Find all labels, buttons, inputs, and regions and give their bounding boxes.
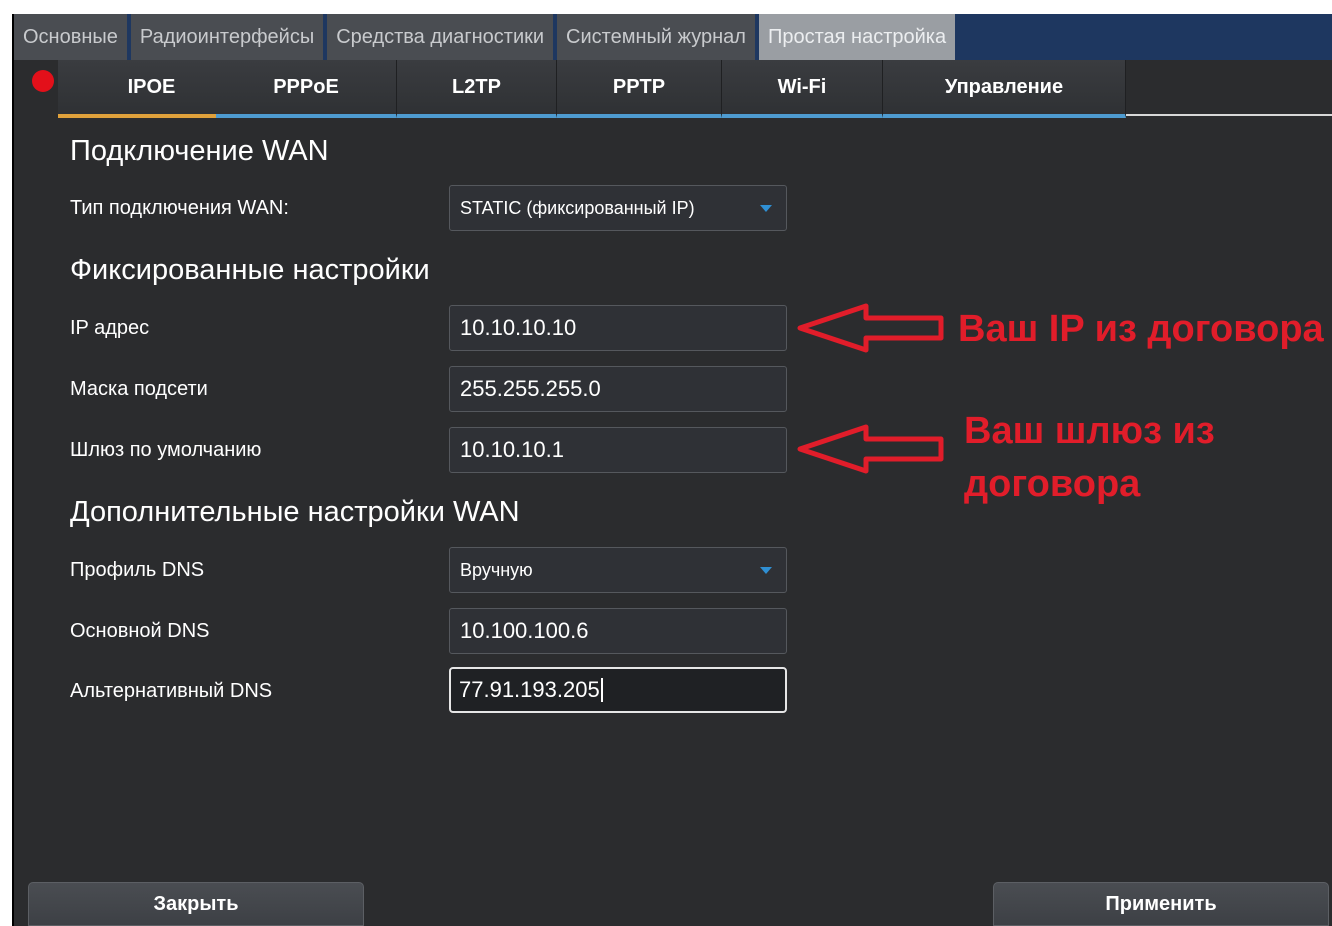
gateway-annotation: Ваш шлюз из договора xyxy=(964,405,1215,511)
ip-label: IP адрес xyxy=(70,317,150,339)
close-button[interactable]: Закрыть xyxy=(28,882,364,926)
tab-system-log[interactable]: Системный журнал xyxy=(557,14,755,60)
section-title-wan: Подключение WAN xyxy=(70,135,329,167)
dns-profile-select[interactable]: Вручную xyxy=(449,547,787,593)
tab-basic[interactable]: Основные xyxy=(14,14,127,60)
gateway-label: Шлюз по умолчанию xyxy=(70,439,262,461)
tab-divider xyxy=(1126,114,1332,116)
apply-button[interactable]: Применить xyxy=(993,882,1329,926)
text-cursor xyxy=(600,678,603,702)
primary-dns-label: Основной DNS xyxy=(70,620,210,642)
tab-radio-interfaces[interactable]: Радиоинтерфейсы xyxy=(130,14,324,60)
mask-label: Маска подсети xyxy=(70,378,208,400)
arrow-left-icon xyxy=(797,424,944,474)
wan-type-value: STATIC (фиксированный IP) xyxy=(460,197,695,218)
subtab-pppoe[interactable]: PPPoE xyxy=(216,60,397,118)
primary-dns-input[interactable]: 10.100.100.6 xyxy=(449,608,787,654)
chevron-down-icon xyxy=(760,205,772,212)
subtab-pptp[interactable]: PPTP xyxy=(557,60,722,118)
subtab-management[interactable]: Управление xyxy=(883,60,1126,118)
arrow-left-icon xyxy=(797,303,944,353)
gateway-annotation-line1: Ваш шлюз из xyxy=(964,410,1215,452)
wan-type-select[interactable]: STATIC (фиксированный IP) xyxy=(449,185,787,231)
alt-dns-input[interactable]: 77.91.193.205 xyxy=(449,667,787,713)
top-tab-bar: Основные Радиоинтерфейсы Средства диагно… xyxy=(14,14,959,60)
alt-dns-label: Альтернативный DNS xyxy=(70,680,273,702)
chevron-down-icon xyxy=(760,567,772,574)
gateway-input[interactable]: 10.10.10.1 xyxy=(449,427,787,473)
ip-annotation: Ваш IP из договора xyxy=(958,308,1324,350)
dns-profile-label: Профиль DNS xyxy=(70,559,205,581)
tab-simple-setup[interactable]: Простая настройка xyxy=(758,14,956,60)
subtab-wifi[interactable]: Wi-Fi xyxy=(722,60,883,118)
gateway-annotation-line2: договора xyxy=(964,463,1141,505)
section-title-fixed: Фиксированные настройки xyxy=(70,254,430,286)
subtab-l2tp[interactable]: L2TP xyxy=(397,60,557,118)
alt-dns-value: 77.91.193.205 xyxy=(459,677,600,702)
wan-type-label: Тип подключения WAN: xyxy=(70,197,289,219)
section-title-extra: Дополнительные настройки WAN xyxy=(70,496,520,528)
connection-type-tabs: IPOE PPPoE L2TP PPTP Wi-Fi Управление xyxy=(28,60,1332,118)
tab-diagnostics[interactable]: Средства диагностики xyxy=(327,14,554,60)
dns-profile-value: Вручную xyxy=(460,559,533,580)
subnet-mask-input[interactable]: 255.255.255.0 xyxy=(449,366,787,412)
ip-address-input[interactable]: 10.10.10.10 xyxy=(449,305,787,351)
